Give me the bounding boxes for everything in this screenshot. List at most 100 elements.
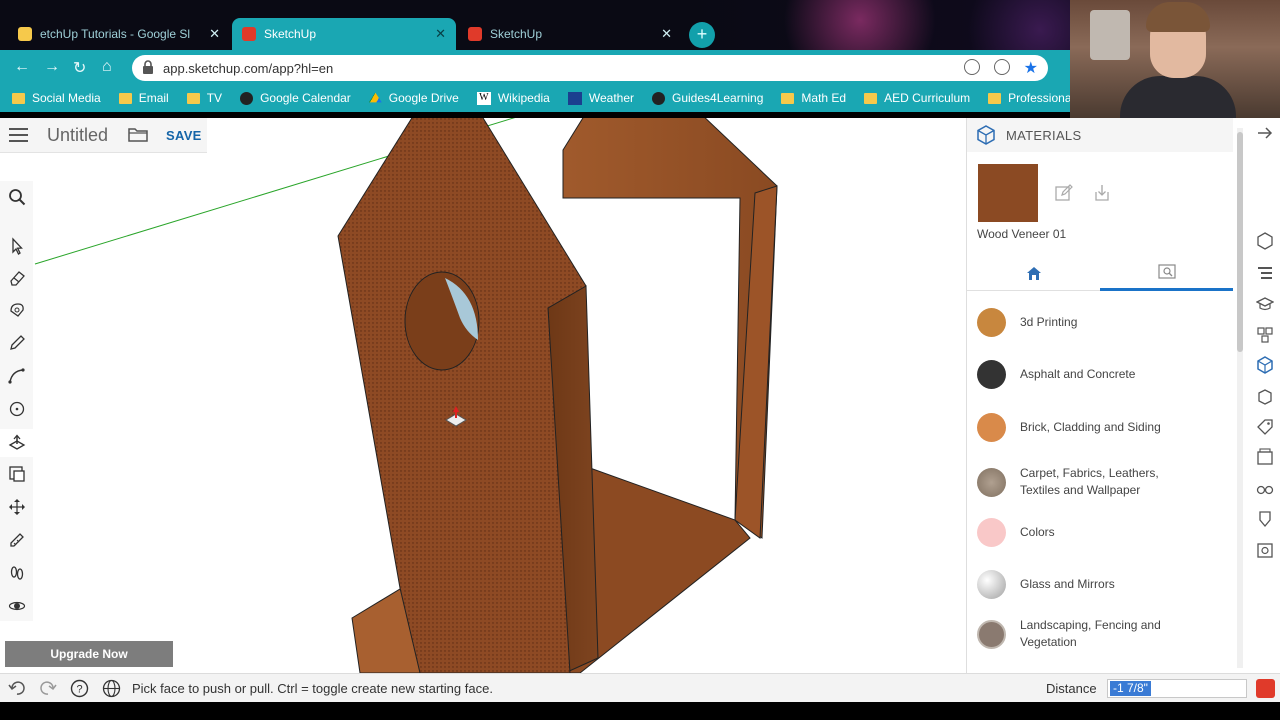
arc-tool[interactable] [6,365,28,387]
tab-close-icon[interactable]: ✕ [661,26,672,42]
walk-tool[interactable] [6,562,28,584]
browser-tab[interactable]: SketchUp ✕ [458,18,682,50]
home-icon[interactable]: ⌂ [102,58,112,76]
upgrade-now-button[interactable]: Upgrade Now [5,641,173,667]
reload-icon[interactable]: ↻ [73,58,86,78]
browser-tab-active[interactable]: SketchUp ✕ [232,18,456,50]
bookmark-item[interactable]: TV [186,91,222,105]
open-folder-icon[interactable] [128,127,148,142]
extension-icon[interactable] [994,59,1010,75]
entity-info-icon[interactable] [1256,232,1274,250]
list-item[interactable]: Glass and Mirrors [967,565,1233,605]
right-panel-rail [1250,118,1280,673]
3d-viewport[interactable]: Untitled SAVE Upgrade Now [0,118,966,673]
scrollbar-thumb[interactable] [1237,132,1243,352]
outliner-icon[interactable] [1256,264,1274,282]
styles-icon[interactable] [1256,388,1274,406]
bookmark-item[interactable]: Social Media [12,91,101,105]
tab-browse-materials[interactable] [1100,255,1233,291]
folder-icon [12,92,25,104]
tags-icon[interactable] [1256,418,1274,436]
circle-icon [9,401,25,417]
list-item[interactable]: Landscaping, Fencing and Vegetation [967,613,1233,657]
bookmark-item[interactable]: Guides4Learning [652,91,763,105]
forward-arrow-icon[interactable]: → [44,58,60,76]
model-canvas[interactable] [0,118,966,673]
import-material-icon[interactable] [1093,184,1111,202]
address-bar[interactable]: app.sketchup.com/app?hl=en ★ [132,55,1048,81]
bookmark-label: Google Drive [388,91,459,105]
category-thumbnail [977,308,1006,337]
save-button[interactable]: SAVE [166,128,202,143]
offset-tool[interactable] [6,463,28,485]
scenes-icon[interactable] [1256,448,1274,466]
shapes-tool[interactable] [6,398,28,420]
pencil-tool[interactable] [6,332,28,354]
bookmark-item[interactable]: W Wikipedia [476,91,550,105]
search-icon [9,189,26,206]
bookmark-item[interactable]: Email [118,91,169,105]
selected-material-swatch[interactable] [978,164,1038,222]
orbit-icon [8,601,26,611]
select-tool[interactable] [6,235,28,257]
browser-tab[interactable]: etchUp Tutorials - Google Sl ✕ [8,18,230,50]
edit-material-icon[interactable] [1055,184,1073,202]
search-tool[interactable] [6,186,28,208]
move-tool[interactable] [6,496,28,518]
bookmark-label: Email [138,91,169,105]
shadows-icon[interactable] [1256,541,1274,559]
tab-in-model[interactable] [967,255,1100,291]
extension-icon[interactable] [964,59,980,75]
bookmark-item[interactable]: AED Curriculum [864,91,970,105]
category-label: Glass and Mirrors [1020,577,1115,591]
display-glasses-icon[interactable] [1256,480,1274,498]
tool-strip [0,181,33,621]
push-pull-tool[interactable] [0,429,33,457]
undo-icon[interactable] [8,679,27,698]
instructor-icon[interactable] [1256,295,1274,313]
weather-icon [567,91,582,105]
bookmark-label: Google Calendar [260,91,351,105]
new-tab-button[interactable]: + [689,22,715,48]
distance-input[interactable]: -1 7/8" [1107,679,1247,698]
bookmark-item[interactable]: Google Drive [368,91,459,105]
orbit-tool[interactable] [6,595,28,617]
components-icon[interactable] [1256,326,1274,344]
bookmark-item[interactable]: Google Calendar [240,91,351,105]
globe-icon[interactable] [102,679,121,698]
list-item[interactable]: Asphalt and Concrete [967,355,1233,395]
hamburger-menu-icon[interactable] [9,128,28,142]
sketchup-logo-icon [1256,679,1275,698]
help-icon[interactable]: ? [70,679,89,698]
bookmark-item[interactable]: Math Ed [781,91,846,105]
drive-icon [368,92,382,103]
bookmark-star-icon[interactable]: ★ [1024,58,1038,78]
folder-icon [118,92,132,104]
eraser-tool[interactable] [6,267,28,289]
category-label: Asphalt and Concrete [1020,367,1136,381]
back-arrow-icon[interactable]: ← [14,58,30,76]
tape-measure-tool[interactable] [6,529,28,551]
solid-inspector-icon[interactable] [1256,510,1274,528]
materials-panel-icon[interactable] [1256,356,1274,374]
bookmark-item[interactable]: Weather [567,91,634,105]
front-panel-face[interactable] [337,118,587,673]
bookmarks-bar: Social Media Email TV Google Calendar Go… [0,84,1125,112]
bookmark-label: Math Ed [801,91,847,105]
redo-icon[interactable] [38,679,57,698]
list-item[interactable]: Colors [967,513,1233,553]
tab-close-icon[interactable]: ✕ [435,26,446,42]
list-item[interactable]: 3d Printing [967,303,1233,343]
paint-bucket-tool[interactable] [6,299,28,321]
document-bar: Untitled SAVE [0,118,207,153]
category-label: Colors [1020,525,1055,539]
selected-material-name: Wood Veneer 01 [977,227,1067,241]
panel-scrollbar[interactable] [1237,128,1243,673]
tab-close-icon[interactable]: ✕ [209,26,220,42]
category-label: 3d Printing [1020,315,1078,329]
list-item[interactable]: Carpet, Fabrics, Leathers, Textiles and … [967,461,1233,505]
list-item[interactable]: Brick, Cladding and Siding [967,408,1233,448]
arc-icon [8,368,25,384]
document-title[interactable]: Untitled [47,125,108,146]
collapse-panel-arrow-icon[interactable] [1256,124,1274,142]
